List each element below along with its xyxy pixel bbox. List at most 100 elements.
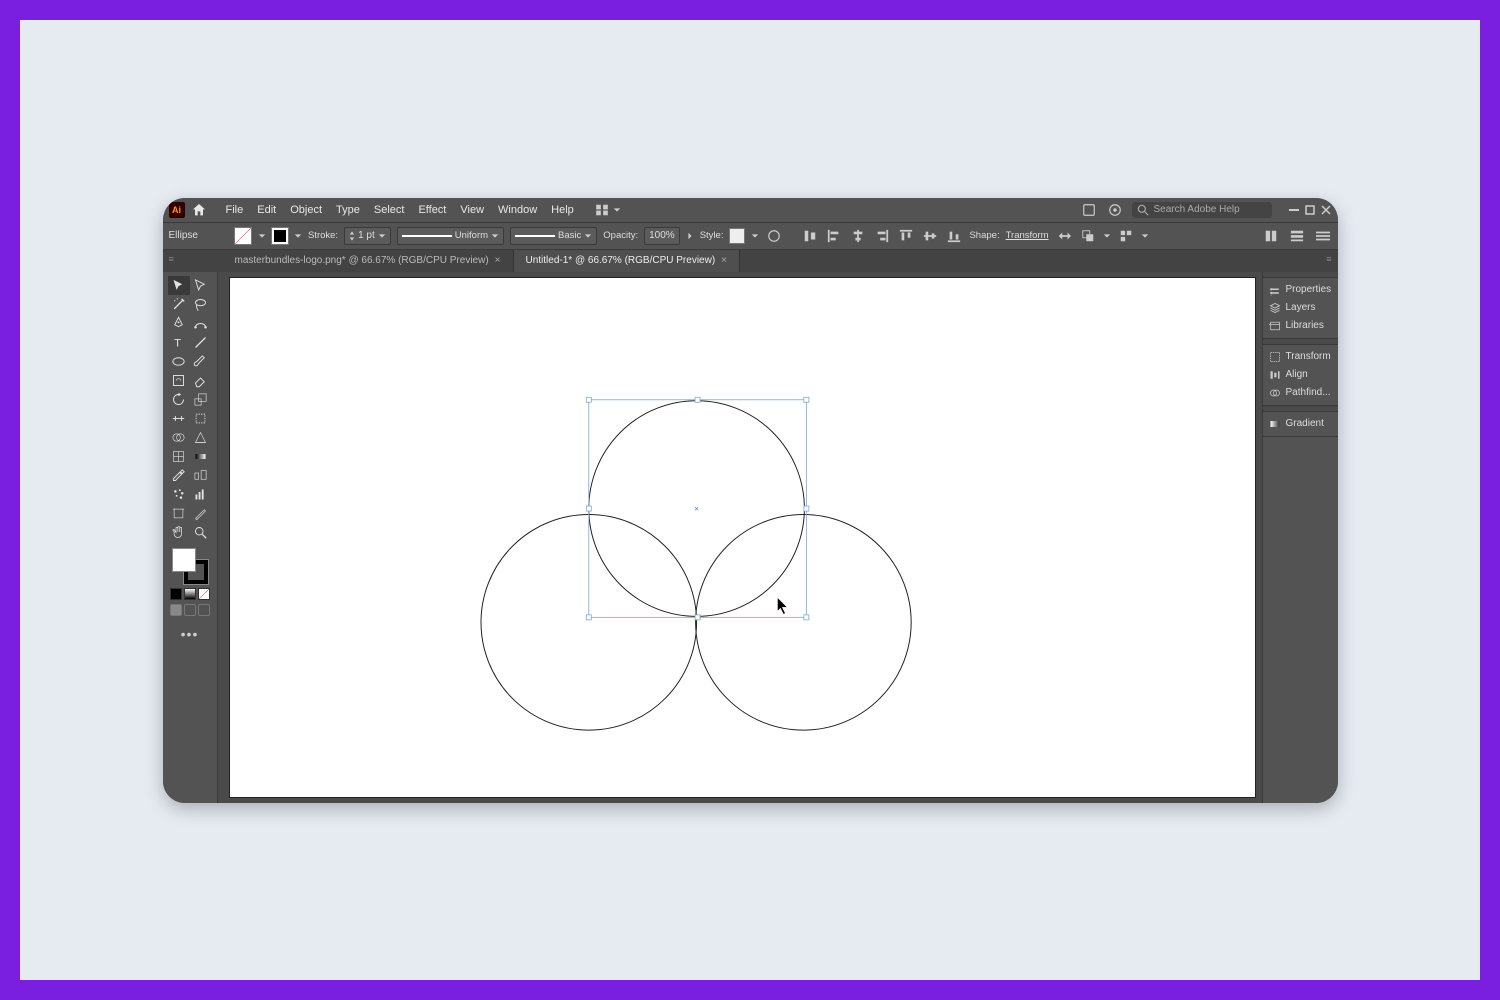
menu-object[interactable]: Object	[283, 201, 329, 219]
paintbrush-tool-icon[interactable]	[190, 352, 212, 371]
align-top-icon[interactable]	[897, 227, 915, 245]
panel-gradient[interactable]: Gradient	[1263, 415, 1338, 433]
help-search-input[interactable]: Search Adobe Help	[1132, 202, 1272, 218]
toolbar-collapse-icon[interactable]: ≡	[169, 254, 174, 264]
align-center-v-icon[interactable]	[921, 227, 939, 245]
panel-icon	[1269, 351, 1281, 363]
zoom-tool-icon[interactable]	[190, 523, 212, 542]
menu-window[interactable]: Window	[491, 201, 544, 219]
color-mode-switcher[interactable]	[170, 588, 210, 600]
gradient-tool-icon[interactable]	[190, 447, 212, 466]
panel-menu-icon[interactable]	[1314, 227, 1332, 245]
recolor-icon[interactable]	[765, 227, 783, 245]
menu-help[interactable]: Help	[544, 201, 581, 219]
maximize-button[interactable]	[1304, 204, 1316, 216]
stroke-swatch[interactable]	[272, 228, 288, 244]
document-tab[interactable]: masterbundles-logo.png* @ 66.67% (RGB/CP…	[223, 250, 514, 272]
slice-tool-icon[interactable]	[190, 504, 212, 523]
eyedropper-tool-icon[interactable]	[168, 466, 190, 485]
select-similar-icon[interactable]	[1117, 227, 1135, 245]
style-swatch[interactable]	[729, 228, 745, 244]
mesh-tool-icon[interactable]	[168, 447, 190, 466]
tool-panel: T	[163, 272, 218, 803]
blend-tool-icon[interactable]	[190, 466, 212, 485]
chevron-down-icon[interactable]	[1141, 232, 1149, 240]
panel-libraries[interactable]: Libraries	[1263, 317, 1338, 335]
direct-selection-tool-icon[interactable]	[190, 276, 212, 295]
artboard[interactable]: ×	[230, 278, 1255, 797]
menu-type[interactable]: Type	[329, 201, 367, 219]
pen-tool-icon[interactable]	[168, 314, 190, 333]
align-left-icon[interactable]	[825, 227, 843, 245]
chevron-down-icon[interactable]	[613, 206, 621, 214]
chevron-down-icon[interactable]	[294, 232, 302, 240]
panel-pathfind-[interactable]: Pathfind...	[1263, 384, 1338, 402]
fill-stroke-control[interactable]	[172, 548, 208, 584]
canvas-area[interactable]: ×	[218, 272, 1262, 803]
edit-toolbar-icon[interactable]: •••	[181, 626, 199, 642]
align-right-icon[interactable]	[873, 227, 891, 245]
type-tool-icon[interactable]: T	[168, 333, 190, 352]
close-icon[interactable]: ×	[721, 255, 727, 266]
close-icon[interactable]: ×	[495, 255, 501, 266]
artboard-tool-icon[interactable]	[168, 504, 190, 523]
free-transform-tool-icon[interactable]	[190, 409, 212, 428]
rotate-tool-icon[interactable]	[168, 390, 190, 409]
panel-icon	[1269, 284, 1281, 296]
panel-label: Align	[1286, 369, 1308, 380]
minimize-button[interactable]	[1288, 204, 1300, 216]
shape-panel-link[interactable]: Shape:	[969, 230, 999, 241]
line-tool-icon[interactable]	[190, 333, 212, 352]
isolate-icon[interactable]	[1055, 227, 1073, 245]
selection-tool-icon[interactable]	[168, 276, 190, 295]
lasso-tool-icon[interactable]	[190, 295, 212, 314]
arrange-icon[interactable]	[1079, 227, 1097, 245]
align-bottom-icon[interactable]	[945, 227, 963, 245]
preferences-icon[interactable]	[1288, 227, 1306, 245]
shaper-tool-icon[interactable]	[168, 371, 190, 390]
width-tool-icon[interactable]	[168, 409, 190, 428]
panel-icon	[1269, 387, 1281, 399]
brush-dropdown[interactable]: Basic	[510, 227, 597, 245]
chevron-down-icon[interactable]	[1103, 232, 1111, 240]
menu-effect[interactable]: Effect	[411, 201, 453, 219]
symbol-sprayer-tool-icon[interactable]	[168, 485, 190, 504]
align-icon[interactable]	[801, 227, 819, 245]
opacity-input[interactable]: 100%	[644, 227, 680, 245]
panel-transform[interactable]: Transform	[1263, 348, 1338, 366]
workspace-switcher-icon[interactable]	[593, 201, 611, 219]
share-doc-icon[interactable]	[1080, 201, 1098, 219]
magic-wand-tool-icon[interactable]	[168, 295, 190, 314]
draw-mode-switcher[interactable]	[170, 604, 210, 616]
chevron-down-icon[interactable]	[258, 232, 266, 240]
ellipse-tool-icon[interactable]	[168, 352, 190, 371]
panel-collapse-icon[interactable]: ≡	[1326, 254, 1331, 264]
panel-label: Layers	[1286, 302, 1316, 313]
graph-tool-icon[interactable]	[190, 485, 212, 504]
shape-builder-tool-icon[interactable]	[168, 428, 190, 447]
stroke-profile-dropdown[interactable]: Uniform	[397, 227, 504, 245]
chevron-right-icon[interactable]	[686, 232, 694, 240]
menu-file[interactable]: File	[219, 201, 251, 219]
panel-properties[interactable]: Properties	[1263, 281, 1338, 299]
menu-view[interactable]: View	[453, 201, 491, 219]
scale-tool-icon[interactable]	[190, 390, 212, 409]
align-center-h-icon[interactable]	[849, 227, 867, 245]
menu-select[interactable]: Select	[367, 201, 412, 219]
chevron-down-icon[interactable]	[751, 232, 759, 240]
panel-layers[interactable]: Layers	[1263, 299, 1338, 317]
learn-icon[interactable]	[1106, 201, 1124, 219]
panel-align[interactable]: Align	[1263, 366, 1338, 384]
close-button[interactable]	[1320, 204, 1332, 216]
curvature-tool-icon[interactable]	[190, 314, 212, 333]
doc-setup-icon[interactable]	[1262, 227, 1280, 245]
hand-tool-icon[interactable]	[168, 523, 190, 542]
transform-panel-link[interactable]: Transform	[1006, 230, 1049, 241]
stroke-weight-input[interactable]: 1 pt	[344, 227, 391, 245]
home-icon[interactable]	[191, 202, 207, 218]
fill-swatch[interactable]	[234, 227, 252, 245]
eraser-tool-icon[interactable]	[190, 371, 212, 390]
perspective-tool-icon[interactable]	[190, 428, 212, 447]
document-tab[interactable]: Untitled-1* @ 66.67% (RGB/CPU Preview)×	[514, 250, 741, 272]
menu-edit[interactable]: Edit	[250, 201, 283, 219]
